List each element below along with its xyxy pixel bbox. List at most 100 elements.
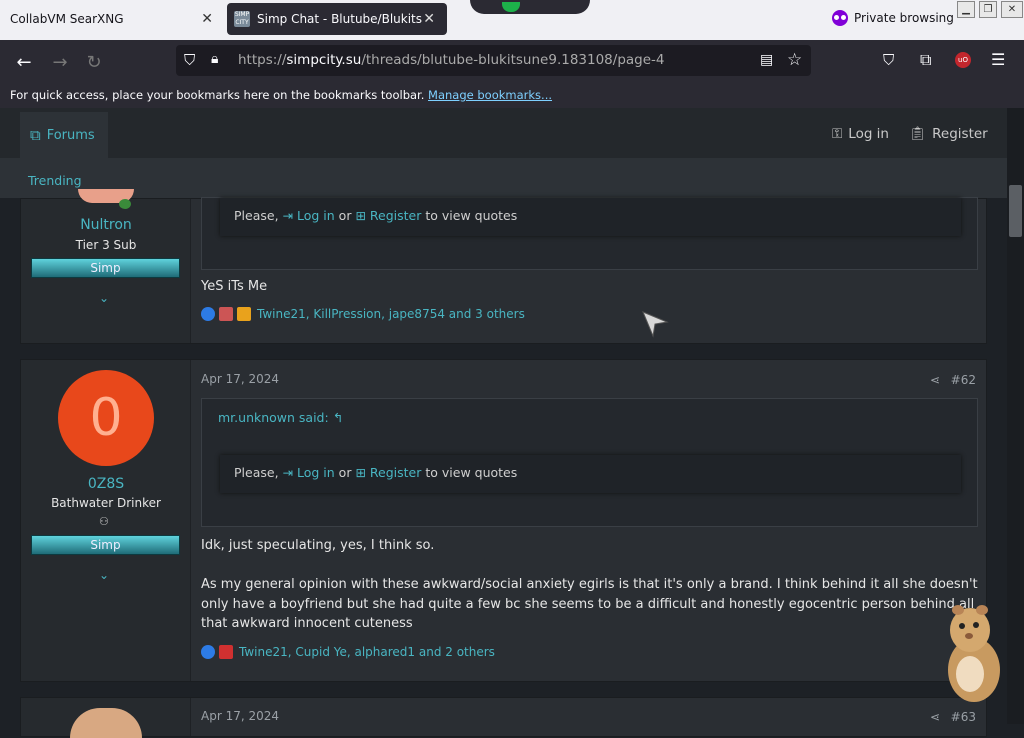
- sub-navigation: [0, 158, 1007, 198]
- register-link[interactable]: 📋︎ Register: [909, 126, 988, 142]
- bookmark-star-icon[interactable]: ☆: [787, 50, 802, 70]
- trending-link[interactable]: Trending: [28, 173, 82, 188]
- like-icon: [201, 645, 215, 659]
- post-text: As my general opinion with these awkward…: [201, 577, 978, 631]
- reactions-users[interactable]: Twine21, Cupid Ye, alphared1 and 2 other…: [239, 645, 495, 659]
- bookmarks-hint: For quick access, place your bookmarks h…: [10, 88, 425, 102]
- quote-login-link[interactable]: ⇥ Log in: [283, 465, 335, 480]
- quote-or: or: [338, 465, 352, 480]
- quote-block: Please, ⇥ Log in or ⊞ Register to view q…: [201, 197, 978, 270]
- post-date[interactable]: Apr 17, 2024: [201, 709, 279, 723]
- user-title: Bathwater Drinker: [51, 496, 161, 510]
- reactions-bar[interactable]: Twine21, KillPression, jape8754 and 3 ot…: [201, 307, 525, 321]
- post-number[interactable]: #63: [951, 710, 976, 724]
- reaction-emoji-icon: [219, 307, 233, 321]
- chevron-down-icon[interactable]: ⌄: [99, 291, 109, 305]
- quote-or: or: [338, 208, 352, 223]
- tab-searxng[interactable]: CollabVM SearXNG ✕: [0, 0, 225, 38]
- bookmarks-toolbar: For quick access, place your bookmarks h…: [0, 82, 1024, 108]
- quote-register-label: Register: [369, 208, 422, 223]
- post-3: Apr 17, 2024 ⋖ #63: [20, 697, 987, 738]
- register-label: Register: [932, 126, 988, 142]
- quote-body: Please, ⇥ Log in or ⊞ Register to view q…: [220, 455, 961, 493]
- menu-icon[interactable]: ☰: [991, 50, 1005, 69]
- hundred-icon: [219, 645, 233, 659]
- quote-login-label: Log in: [296, 465, 335, 480]
- hamster-sticker-icon: [948, 605, 1000, 702]
- quote-register-link[interactable]: ⊞ Register: [355, 465, 421, 480]
- post-0z8s: 0 0Z8S Bathwater Drinker ⚇ Simp ⌄ Apr 17…: [20, 359, 987, 682]
- pocket-icon[interactable]: ⛉: [883, 51, 894, 69]
- url-path: /threads/blutube-blukitsune9.183108/page…: [361, 52, 665, 68]
- close-window-button[interactable]: ✕: [1001, 1, 1023, 18]
- forums-icon: ⧉: [30, 126, 41, 144]
- chevron-down-icon[interactable]: ⌄: [99, 568, 109, 582]
- share-icon[interactable]: ⋖: [930, 373, 940, 387]
- quote-prefix: Please,: [234, 465, 279, 480]
- lock-icon[interactable]: 🔒︎: [211, 51, 218, 67]
- badge-icon: [119, 199, 131, 209]
- quote-block: mr.unknown said: ↰ Please, ⇥ Log in or ⊞…: [201, 398, 978, 527]
- username[interactable]: Nultron: [21, 217, 191, 233]
- post-text: Idk, just speculating, yes, I think so.: [201, 538, 435, 553]
- user-badge-icon: ⚇: [99, 515, 109, 528]
- private-browsing-label: Private browsing: [854, 11, 954, 25]
- like-icon: [201, 307, 215, 321]
- quote-prefix: Please,: [234, 208, 279, 223]
- ublock-icon[interactable]: uO: [955, 52, 971, 68]
- private-browsing-indicator: Private browsing: [832, 10, 954, 26]
- tab-label: CollabVM SearXNG: [10, 12, 124, 26]
- username[interactable]: 0Z8S: [21, 476, 191, 492]
- user-pane: Nultron Tier 3 Sub Simp ⌄: [21, 189, 191, 343]
- share-icon[interactable]: ⋖: [930, 710, 940, 724]
- forums-label: Forums: [46, 127, 95, 143]
- quote-register-link[interactable]: ⊞ Register: [355, 208, 421, 223]
- reload-button-icon[interactable]: ↻: [84, 52, 104, 73]
- post-text: YeS iTs Me: [201, 279, 268, 294]
- user-pane: 0 0Z8S Bathwater Drinker ⚇ Simp ⌄: [21, 360, 191, 681]
- reader-view-icon[interactable]: ▤: [760, 52, 773, 68]
- quote-login-link[interactable]: ⇥ Log in: [283, 208, 335, 223]
- url-domain: simpcity.su: [286, 52, 362, 68]
- tab-simp-chat[interactable]: SIMP CITY Simp Chat - Blutube/Blukitsune…: [227, 3, 447, 35]
- url-text[interactable]: https://simpcity.su/threads/blutube-bluk…: [238, 52, 665, 68]
- tab-extension-graphic: [470, 0, 590, 14]
- quote-author[interactable]: mr.unknown said: ↰: [202, 399, 977, 436]
- quote-suffix: to view quotes: [425, 208, 518, 223]
- reactions-bar[interactable]: Twine21, Cupid Ye, alphared1 and 2 other…: [201, 645, 495, 659]
- login-link[interactable]: ⚿ Log in: [832, 126, 889, 142]
- manage-bookmarks-link[interactable]: Manage bookmarks...: [428, 88, 552, 102]
- avatar[interactable]: [70, 708, 142, 738]
- post-nultron: Nultron Tier 3 Sub Simp ⌄ Please, ⇥ Log …: [20, 189, 987, 344]
- quote-author-label: mr.unknown said:: [218, 410, 329, 425]
- jump-to-quote-icon[interactable]: ↰: [333, 410, 343, 425]
- extensions-icon[interactable]: ⧉: [920, 50, 931, 70]
- user-banner: Simp: [31, 535, 180, 555]
- restore-button[interactable]: ❐: [979, 1, 997, 18]
- key-icon: ⚿: [832, 126, 843, 142]
- quote-login-label: Log in: [296, 208, 335, 223]
- post-number[interactable]: #62: [951, 373, 976, 387]
- user-title: Tier 3 Sub: [75, 238, 137, 252]
- user-banner: Simp: [31, 258, 180, 278]
- avatar[interactable]: 0: [58, 370, 154, 466]
- post-date[interactable]: Apr 17, 2024: [201, 372, 279, 386]
- forums-tab[interactable]: ⧉ Forums: [20, 112, 108, 158]
- tab-label: Simp Chat - Blutube/Blukitsune: [257, 12, 422, 26]
- shield-icon[interactable]: ⛉: [184, 51, 195, 69]
- minimize-button[interactable]: ▁: [957, 1, 975, 18]
- clipboard-icon: 📋︎: [909, 126, 927, 142]
- close-tab-icon[interactable]: ✕: [423, 11, 435, 27]
- login-label: Log in: [848, 126, 889, 142]
- forward-button-icon[interactable]: →: [50, 52, 70, 73]
- quote-body: Please, ⇥ Log in or ⊞ Register to view q…: [220, 198, 961, 236]
- back-button-icon[interactable]: ←: [14, 52, 34, 73]
- rainbow-icon: [237, 307, 251, 321]
- user-pane: [21, 698, 191, 738]
- scrollbar-thumb[interactable]: [1009, 185, 1022, 237]
- close-tab-icon[interactable]: ✕: [201, 11, 213, 27]
- simpcity-favicon-icon: SIMP CITY: [234, 11, 250, 27]
- mouse-cursor-icon: [642, 311, 669, 338]
- quote-suffix: to view quotes: [425, 465, 518, 480]
- reactions-users[interactable]: Twine21, KillPression, jape8754 and 3 ot…: [257, 307, 525, 321]
